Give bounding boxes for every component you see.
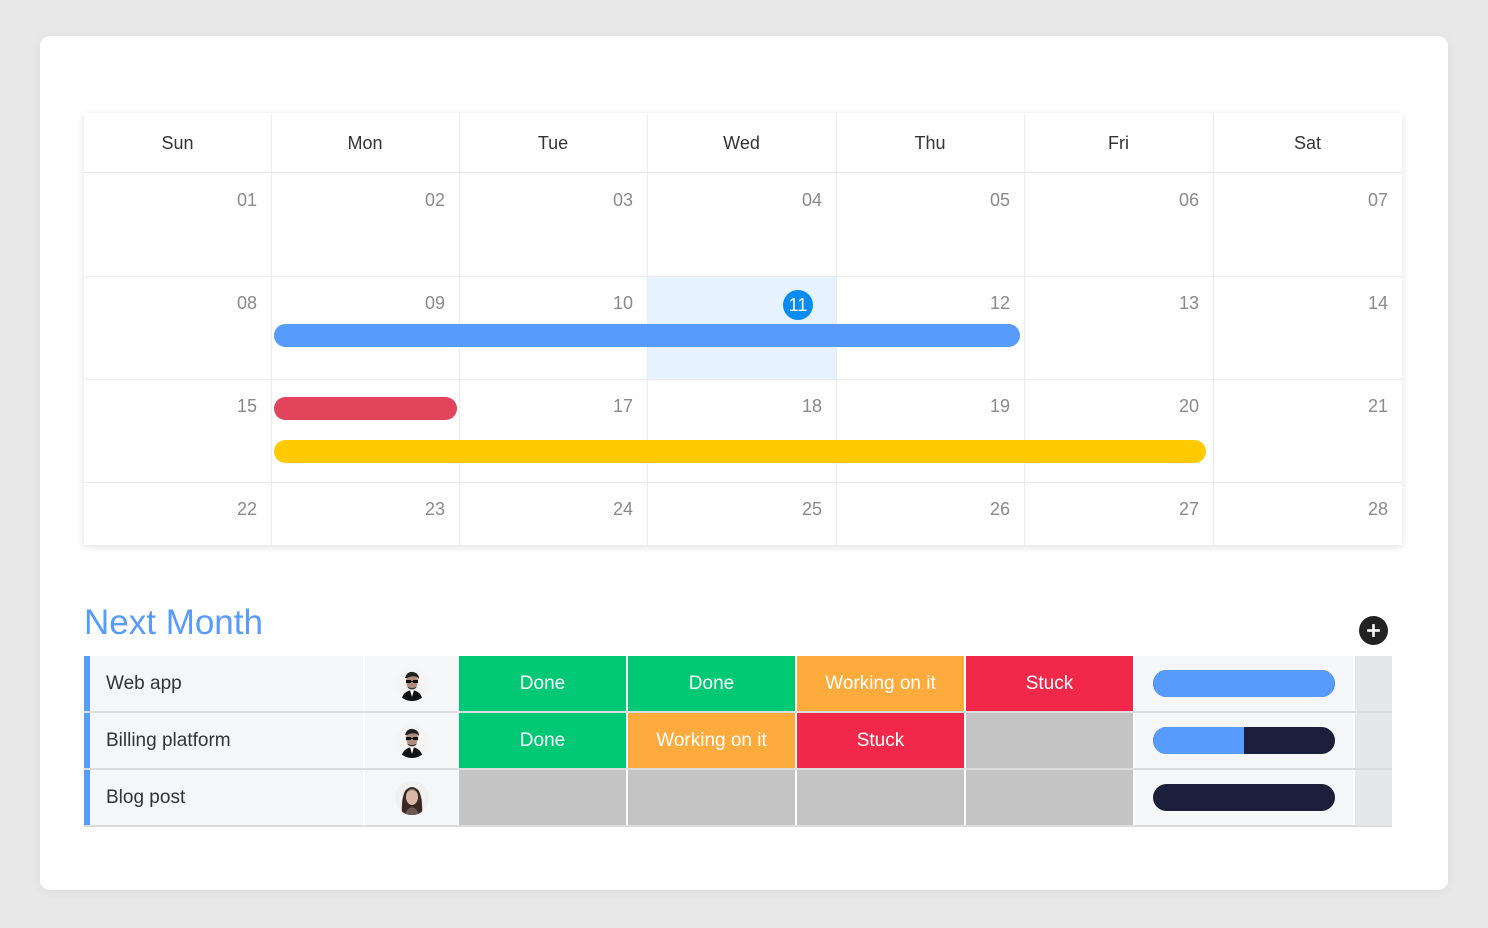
progress-bar [1153,670,1335,697]
progress-cell[interactable] [1135,770,1353,825]
date-cell[interactable]: 01 [217,190,257,211]
date-cell[interactable]: 25 [782,499,822,520]
row-end-cell [1355,770,1392,825]
item-name[interactable]: Web app [90,656,363,711]
plus-icon [1367,624,1380,637]
date-cell[interactable]: 27 [1159,499,1199,520]
row-divider [84,825,1392,827]
add-column-button[interactable] [1359,616,1388,645]
day-header-mon: Mon [347,132,383,153]
date-cell[interactable]: 18 [782,396,822,417]
date-cell[interactable]: 14 [1348,293,1388,314]
column-divider [1024,113,1025,545]
day-header-tue: Tue [537,132,569,153]
blue-event-bar[interactable] [274,324,1020,347]
date-cell[interactable]: 21 [1348,396,1388,417]
progress-bar [1153,784,1335,811]
table-row[interactable]: Web app Done Done Working on it Stuck [84,656,1392,713]
date-cell[interactable]: 19 [970,396,1010,417]
date-cell[interactable]: 02 [405,190,445,211]
status-cell[interactable]: Stuck [966,656,1133,711]
row-divider [84,276,1402,277]
date-cell[interactable]: 15 [217,396,257,417]
date-cell[interactable]: 13 [1159,293,1199,314]
yellow-event-bar[interactable] [274,440,1206,463]
date-cell[interactable]: 08 [217,293,257,314]
person-cell[interactable] [365,713,458,768]
column-divider [271,113,272,545]
item-name[interactable]: Blog post [90,770,363,825]
column-divider [1213,113,1214,545]
red-event-bar[interactable] [274,397,457,420]
date-cell[interactable]: 05 [970,190,1010,211]
date-cell[interactable]: 17 [593,396,633,417]
date-cell[interactable]: 04 [782,190,822,211]
date-cell[interactable]: 22 [217,499,257,520]
date-cell[interactable]: 10 [593,293,633,314]
status-cell[interactable] [966,770,1133,825]
date-cell[interactable]: 06 [1159,190,1199,211]
group-title[interactable]: Next Month [84,603,263,643]
avatar [394,780,429,815]
date-cell[interactable]: 26 [970,499,1010,520]
progress-fill [1153,727,1244,754]
item-name[interactable]: Billing platform [90,713,363,768]
day-header-wed: Wed [723,132,760,153]
day-header-sun: Sun [161,132,194,153]
row-end-cell [1355,656,1392,711]
day-header-sat: Sat [1293,132,1322,153]
progress-bar [1153,727,1335,754]
status-cell[interactable] [797,770,964,825]
progress-fill [1153,670,1335,697]
progress-cell[interactable] [1135,713,1353,768]
progress-cell[interactable] [1135,656,1353,711]
date-cell[interactable]: 23 [405,499,445,520]
avatar [394,666,429,701]
table-row[interactable]: Billing platform Done Working on it Stuck [84,713,1392,770]
date-cell[interactable]: 12 [970,293,1010,314]
day-header-fri: Fri [1108,132,1129,153]
row-divider [84,379,1402,380]
date-cell-today[interactable]: 11 [783,290,813,320]
date-cell[interactable]: 07 [1348,190,1388,211]
status-cell[interactable] [459,770,626,825]
table-row[interactable]: Blog post [84,770,1392,827]
person-cell[interactable] [365,770,458,825]
date-cell[interactable]: 24 [593,499,633,520]
status-cell[interactable]: Done [459,656,626,711]
status-cell[interactable] [966,713,1133,768]
calendar-header: Sun Mon Tue Wed Thu Fri Sat [84,113,1402,173]
status-cell[interactable] [628,770,795,825]
day-header-thu: Thu [914,132,946,153]
date-cell[interactable]: 09 [405,293,445,314]
status-cell[interactable]: Working on it [797,656,964,711]
avatar [394,723,429,758]
row-end-cell [1355,713,1392,768]
status-cell[interactable]: Stuck [797,713,964,768]
status-cell[interactable]: Working on it [628,713,795,768]
date-cell[interactable]: 20 [1159,396,1199,417]
date-cell[interactable]: 03 [593,190,633,211]
status-cell[interactable]: Done [459,713,626,768]
person-cell[interactable] [365,656,458,711]
date-cell[interactable]: 28 [1348,499,1388,520]
status-cell[interactable]: Done [628,656,795,711]
calendar-grid: Sun Mon Tue Wed Thu Fri Sat 01 02 03 04 05 06 07 08 09… [84,113,1402,545]
row-divider [84,482,1402,483]
